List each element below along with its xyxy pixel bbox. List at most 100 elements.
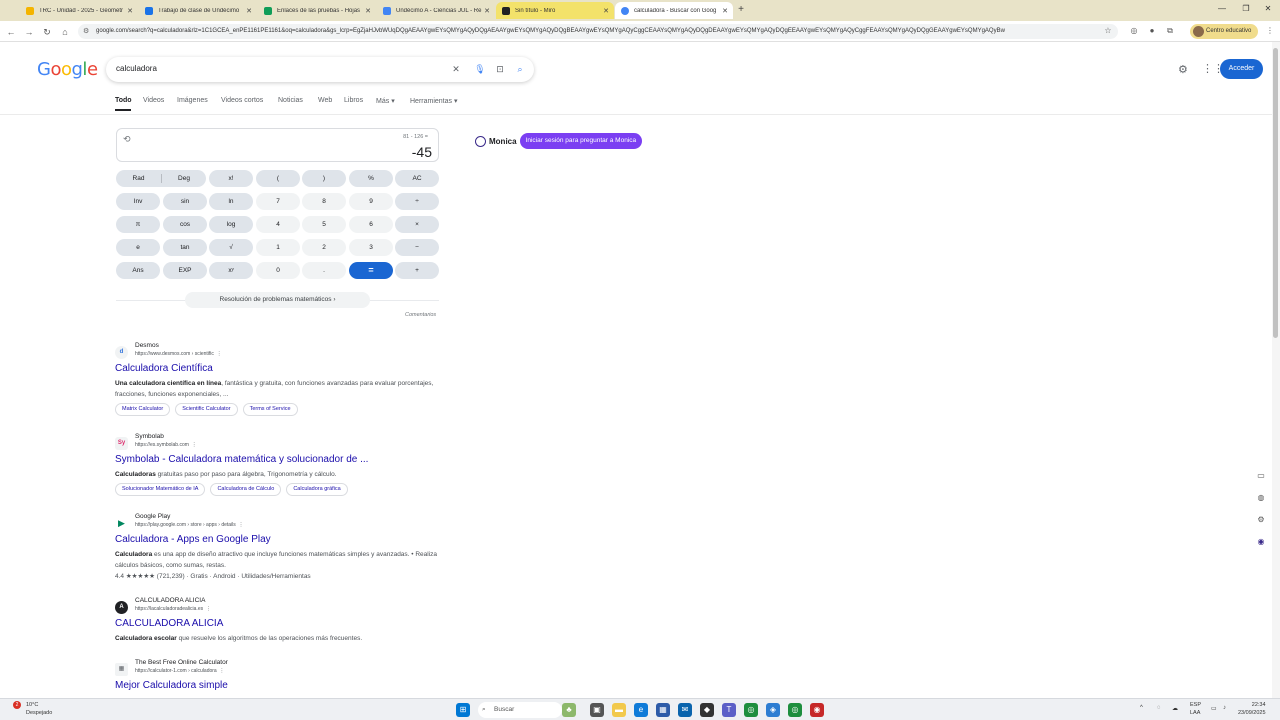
more-options-icon[interactable]: ⋮	[219, 668, 224, 674]
result-title-link[interactable]: CALCULADORA ALICIA	[115, 618, 223, 629]
scrollbar-thumb[interactable]	[1273, 48, 1278, 338]
address-bar[interactable]: ⚙ google.com/search?q=calculadora&rlz=1C…	[78, 24, 1118, 39]
log-key[interactable]: log	[209, 216, 253, 233]
search-box[interactable]: calculadora ✕ 🎙 ⊡ ⌕	[106, 57, 534, 82]
plus-key[interactable]: +	[395, 262, 439, 279]
widgets-icon[interactable]: ♣	[562, 703, 576, 717]
minus-key[interactable]: −	[395, 239, 439, 256]
filter-tools[interactable]: Herramientas ▾	[410, 97, 457, 105]
feedback-link[interactable]: Comentarios	[405, 312, 436, 318]
math-solver-button[interactable]: Resolución de problemas matemáticos ›	[185, 292, 370, 308]
window-close-icon[interactable]: ✕	[1258, 4, 1278, 13]
filter-videos[interactable]: Videos	[143, 97, 164, 104]
file-explorer-icon[interactable]: ▬	[612, 703, 626, 717]
site-info-icon[interactable]: ⚙	[83, 24, 89, 39]
display-icon[interactable]: ▭	[1211, 705, 1217, 712]
filter-books[interactable]: Libros	[344, 97, 363, 104]
outlook-icon[interactable]: ✉	[678, 703, 692, 717]
history-icon[interactable]: ⟲	[123, 134, 131, 145]
close-icon[interactable]: ✕	[363, 7, 373, 15]
filter-more[interactable]: Más ▾	[376, 97, 395, 105]
new-tab-icon[interactable]: +	[735, 4, 747, 15]
taskbar-search[interactable]: ⌕ Buscar	[478, 702, 562, 718]
tab-miro[interactable]: Sin título - Miro ✕	[496, 2, 614, 19]
tab-google-search[interactable]: calculadora - Buscar con Goog ✕	[615, 2, 733, 19]
cos-key[interactable]: cos	[163, 216, 207, 233]
digit-1-key[interactable]: 1	[256, 239, 300, 256]
close-paren-key[interactable]: )	[302, 170, 346, 187]
google-logo[interactable]: Google	[37, 59, 98, 80]
factorial-key[interactable]: x!	[209, 170, 253, 187]
sqrt-key[interactable]: √	[209, 239, 253, 256]
language-indicator[interactable]: ESP LAA	[1190, 701, 1201, 717]
puzzle-icon[interactable]: ⧉	[1164, 25, 1176, 37]
voice-search-icon[interactable]: 🎙	[474, 63, 486, 75]
decimal-key[interactable]: .	[302, 262, 346, 279]
close-icon[interactable]: ✕	[244, 7, 254, 15]
monica-signin-button[interactable]: Iniciar sesión para preguntar a Monica	[519, 133, 643, 149]
sitelink-chip[interactable]: Matrix Calculator	[115, 403, 171, 416]
ln-key[interactable]: ln	[209, 193, 253, 210]
digit-2-key[interactable]: 2	[302, 239, 346, 256]
multiply-key[interactable]: ×	[395, 216, 439, 233]
more-options-icon[interactable]: ⋮	[192, 442, 197, 448]
close-icon[interactable]: ✕	[720, 7, 730, 15]
tan-key[interactable]: tan	[163, 239, 207, 256]
percent-key[interactable]: %	[349, 170, 393, 187]
search-icon[interactable]: ⌕	[514, 63, 526, 75]
inv-key[interactable]: Inv	[116, 193, 160, 210]
menu-kebab-icon[interactable]: ⋮	[1264, 25, 1276, 37]
clear-icon[interactable]: ✕	[450, 63, 462, 75]
tools-icon[interactable]: ⚙	[1255, 514, 1267, 526]
filter-short-videos[interactable]: Videos cortos	[221, 97, 263, 104]
digit-9-key[interactable]: 9	[349, 193, 393, 210]
close-icon[interactable]: ✕	[601, 7, 611, 15]
translate-icon[interactable]: ◍	[1255, 492, 1267, 504]
close-icon[interactable]: ✕	[482, 7, 492, 15]
digit-3-key[interactable]: 3	[349, 239, 393, 256]
teams-icon[interactable]: T	[722, 703, 736, 717]
result-title-link[interactable]: Mejor Calculadora simple	[115, 680, 228, 691]
windows-start-icon[interactable]: ⊞	[456, 703, 470, 717]
rad-key[interactable]: Rad	[116, 170, 161, 187]
clock[interactable]: 22:34 23/09/2025	[1238, 701, 1266, 717]
chrome-icon[interactable]: ◎	[744, 703, 758, 717]
equals-key[interactable]: =	[349, 262, 393, 279]
digit-7-key[interactable]: 7	[256, 193, 300, 210]
sitelink-chip[interactable]: Terms of Service	[242, 403, 298, 416]
power-key[interactable]: xʸ	[209, 262, 253, 279]
more-options-icon[interactable]: ⋮	[206, 606, 211, 612]
filter-images[interactable]: Imágenes	[177, 97, 208, 104]
forward-icon[interactable]: →	[22, 25, 36, 39]
minimize-icon[interactable]: —	[1212, 4, 1232, 13]
exp-key[interactable]: EXP	[163, 262, 207, 279]
close-icon[interactable]: ✕	[125, 7, 135, 15]
reload-icon[interactable]: ↻	[40, 25, 54, 39]
restore-icon[interactable]: ❐	[1236, 4, 1256, 13]
app-icon[interactable]: ◈	[766, 703, 780, 717]
filter-news[interactable]: Noticias	[278, 97, 303, 104]
chrome-icon[interactable]: ◎	[788, 703, 802, 717]
home-icon[interactable]: ⌂	[58, 25, 72, 39]
volume-icon[interactable]: ♪	[1223, 705, 1226, 711]
filter-web[interactable]: Web	[318, 97, 332, 104]
tab-undecimo[interactable]: Undécimo A - Ciencias JUL - Re ✕	[377, 2, 495, 19]
extension-icon[interactable]: ●	[1146, 25, 1158, 37]
lens-icon[interactable]: ⊡	[494, 63, 506, 75]
result-title-link[interactable]: Calculadora Científica	[115, 363, 213, 374]
monica-sidebar-icon[interactable]: ◉	[1255, 536, 1267, 548]
deg-key[interactable]: Deg	[162, 170, 206, 187]
digit-0-key[interactable]: 0	[256, 262, 300, 279]
sitelink-chip[interactable]: Scientific Calculator	[175, 403, 238, 416]
app-icon[interactable]: ▦	[656, 703, 670, 717]
back-icon[interactable]: ←	[4, 25, 18, 39]
weather-widget[interactable]: 2 10°C Despejado	[13, 701, 52, 717]
divide-key[interactable]: ÷	[395, 193, 439, 210]
tab-classroom[interactable]: Trabajo de clase de Undécimo ✕	[139, 2, 257, 19]
digit-8-key[interactable]: 8	[302, 193, 346, 210]
filter-all[interactable]: Todo	[115, 97, 132, 104]
app-icon[interactable]: ◉	[810, 703, 824, 717]
e-key[interactable]: e	[116, 239, 160, 256]
network-icon[interactable]: ◌	[1157, 705, 1161, 711]
sitelink-chip[interactable]: Calculadora gráfica	[286, 483, 348, 496]
